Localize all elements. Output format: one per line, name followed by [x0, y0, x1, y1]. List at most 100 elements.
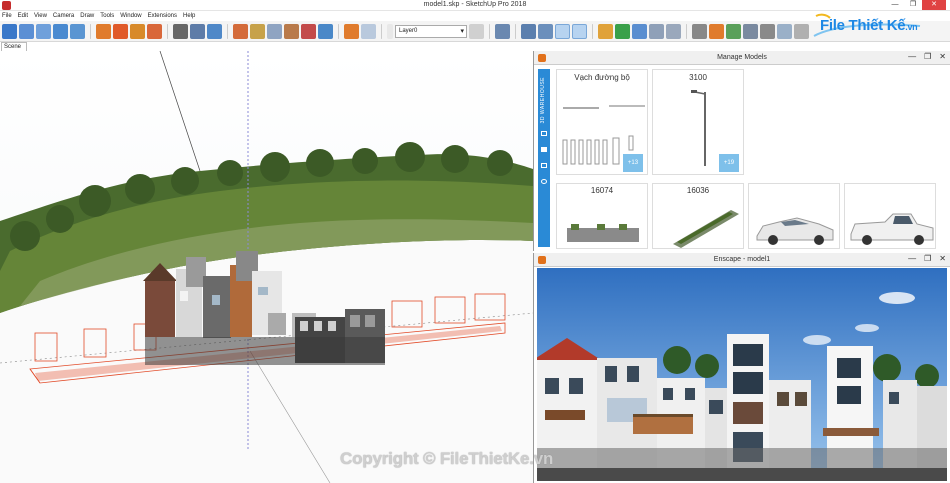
manage-models-title: Manage Models — [717, 54, 767, 61]
panorama-icon[interactable] — [794, 23, 809, 39]
enscape-sync-icon[interactable] — [615, 23, 630, 39]
menu-tools[interactable]: Tools — [100, 11, 114, 21]
sidebar-label: 3D WAREHOUSE — [540, 77, 546, 124]
line-icon[interactable] — [19, 23, 34, 39]
menu-extensions[interactable]: Extensions — [148, 11, 177, 21]
menu-draw[interactable]: Draw — [80, 11, 94, 21]
enscape-window-controls: — ❐ ✕ — [908, 254, 946, 263]
layer-check-icon — [387, 23, 393, 39]
scale-icon[interactable] — [318, 23, 333, 39]
toolbar-separator — [592, 23, 593, 39]
toolbar-separator — [338, 23, 339, 39]
logo-text: File Thiết Kế.vn — [820, 17, 918, 34]
scissors-icon[interactable] — [301, 23, 316, 39]
menu-help[interactable]: Help — [183, 11, 195, 21]
section-display-icon[interactable] — [361, 23, 376, 39]
interact-icon[interactable] — [495, 23, 510, 39]
manage-models-panel: Manage Models — ❐ ✕ 3D WAREHOUSE Vạch đư… — [533, 51, 950, 251]
enscape-views-icon[interactable] — [632, 23, 647, 39]
panel-minimize-button[interactable]: — — [908, 52, 916, 61]
planter-strip-thumbnail — [673, 210, 739, 248]
toolbar-separator — [686, 23, 687, 39]
menu-bar: File Edit View Camera Draw Tools Window … — [0, 11, 950, 21]
pan-icon[interactable] — [538, 23, 553, 39]
menu-camera[interactable]: Camera — [53, 11, 74, 21]
enscape-render-view[interactable] — [537, 268, 947, 481]
orbit-icon[interactable] — [521, 23, 536, 39]
select-icon[interactable] — [2, 23, 17, 39]
close-button[interactable]: ✕ — [922, 0, 946, 10]
window-title: model1.skp - SketchUp Pro 2018 — [423, 1, 527, 8]
menu-edit[interactable]: Edit — [18, 11, 28, 21]
arrow-icon[interactable] — [36, 23, 51, 39]
layer-manager-icon[interactable] — [469, 23, 484, 39]
extension-icon[interactable] — [130, 23, 145, 39]
toolbar-separator — [90, 23, 91, 39]
section-plane-icon[interactable] — [344, 23, 359, 39]
toolbar-separator — [167, 23, 168, 39]
dimension-icon[interactable] — [190, 23, 205, 39]
enscape-panel: Enscape - model1 — ❐ ✕ — [533, 253, 950, 483]
folder-icon[interactable] — [541, 163, 547, 168]
screenshot-icon[interactable] — [666, 23, 681, 39]
enscape-header: Enscape - model1 — ❐ ✕ — [534, 253, 950, 267]
model-card[interactable]: 16074 — [556, 183, 648, 249]
enscape-title: Enscape - model1 — [713, 256, 771, 263]
monitor-icon[interactable] — [53, 23, 68, 39]
video-icon[interactable] — [692, 23, 707, 39]
toolbar-separator — [515, 23, 516, 39]
models-sidebar: 3D WAREHOUSE — [538, 69, 550, 247]
maximize-button[interactable]: ❐ — [904, 0, 922, 10]
extension-manager-icon[interactable] — [147, 23, 162, 39]
settings-icon[interactable] — [709, 23, 724, 39]
model-scene — [0, 51, 533, 483]
minimize-button[interactable]: — — [886, 0, 904, 10]
pencil-icon[interactable] — [173, 23, 188, 39]
model-card[interactable] — [844, 183, 936, 249]
layer-select[interactable]: Layer0 — [395, 24, 467, 38]
variant-count-badge[interactable]: +19 — [719, 154, 739, 172]
toolbar-separator — [227, 23, 228, 39]
menu-file[interactable]: File — [2, 11, 12, 21]
variant-count-badge[interactable]: +13 — [623, 154, 643, 172]
panel-controls: — ❐ ✕ — [908, 52, 946, 61]
enscape-maximize-button[interactable]: ❐ — [924, 254, 931, 263]
model-card[interactable] — [748, 183, 840, 249]
enscape-start-icon[interactable] — [598, 23, 613, 39]
grid-view-icon[interactable] — [541, 147, 547, 152]
menu-view[interactable]: View — [34, 11, 47, 21]
list-view-icon[interactable] — [541, 131, 547, 136]
menu-window[interactable]: Window — [120, 11, 141, 21]
window-controls: — ❐ ✕ — [886, 0, 946, 10]
paint-bucket-icon[interactable] — [233, 23, 248, 39]
warehouse-share-icon[interactable] — [113, 23, 128, 39]
grid-icon[interactable] — [70, 23, 85, 39]
model-card[interactable]: 3100 +19 — [652, 69, 744, 175]
panel-maximize-button[interactable]: ❐ — [924, 52, 931, 61]
warehouse-download-icon[interactable] — [96, 23, 111, 39]
export-icon[interactable] — [777, 23, 792, 39]
render-scene — [537, 268, 947, 481]
offset-icon[interactable] — [267, 23, 282, 39]
follow-me-icon[interactable] — [284, 23, 299, 39]
model-card[interactable]: 16036 — [652, 183, 744, 249]
enscape-close-button[interactable]: ✕ — [939, 254, 946, 263]
zoom-icon[interactable] — [555, 23, 570, 39]
rotate-icon[interactable] — [207, 23, 222, 39]
vr-icon[interactable] — [743, 23, 758, 39]
model-card[interactable]: Vạch đường bộ +13 — [556, 69, 648, 175]
title-bar: model1.skp - SketchUp Pro 2018 — ❐ ✕ — [0, 0, 950, 11]
tree-icon[interactable] — [726, 23, 741, 39]
push-pull-icon[interactable] — [250, 23, 265, 39]
street-block-thumbnail — [567, 224, 639, 242]
enscape-link-icon[interactable] — [649, 23, 664, 39]
scene-tab[interactable]: Scene 1 — [1, 42, 27, 58]
audio-icon[interactable] — [760, 23, 775, 39]
sketchup-viewport[interactable] — [0, 51, 533, 483]
panel-close-button[interactable]: ✕ — [939, 52, 946, 61]
toolbar-separator — [489, 23, 490, 39]
zoom-extents-icon[interactable] — [572, 23, 587, 39]
enscape-minimize-button[interactable]: — — [908, 254, 916, 263]
check-icon[interactable] — [541, 179, 547, 184]
copyright-watermark: Copyright © FileThietKe.vn — [340, 449, 554, 468]
